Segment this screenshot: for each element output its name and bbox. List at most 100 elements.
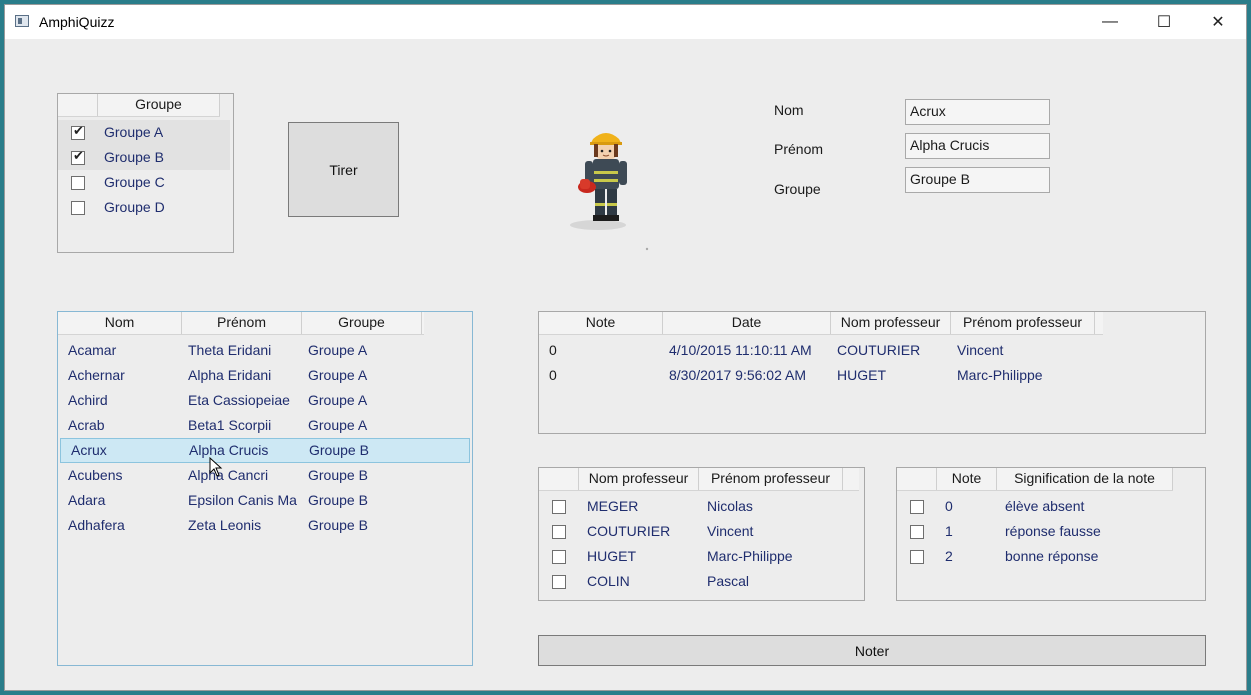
group-item-a[interactable]: Groupe A <box>58 120 230 145</box>
mouse-cursor-icon <box>209 457 223 477</box>
col-header-date[interactable]: Date <box>663 312 831 334</box>
grade-meaning-header: Note Signification de la note <box>897 468 1173 491</box>
groups-header-label[interactable]: Groupe <box>98 94 220 116</box>
table-row[interactable]: COLIN Pascal <box>539 569 862 594</box>
student-prenom: Beta1 Scorpii <box>188 417 272 433</box>
note-meaning: élève absent <box>1005 498 1085 514</box>
maximize-icon: ☐ <box>1156 14 1172 31</box>
note-meaning: bonne réponse <box>1005 548 1099 564</box>
students-table: Nom Prénom Groupe Acamar Theta Eridani G… <box>57 311 473 666</box>
table-row[interactable]: COUTURIER Vincent <box>539 519 862 544</box>
col-header-signification[interactable]: Signification de la note <box>997 468 1173 490</box>
col-header-nom-professeur[interactable]: Nom professeur <box>831 312 951 334</box>
group-item-b[interactable]: Groupe B <box>58 145 230 170</box>
grade-button[interactable]: Noter <box>538 635 1206 666</box>
student-nom: Acamar <box>68 342 117 358</box>
app-window: AmphiQuizz — ☐ ✕ Groupe Groupe A Groupe … <box>4 4 1247 691</box>
col-header-nom-professeur[interactable]: Nom professeur <box>579 468 699 490</box>
group-item-d[interactable]: Groupe D <box>58 195 230 220</box>
table-row[interactable]: Adara Epsilon Canis Ma Groupe B <box>58 488 470 513</box>
note-value: 2 <box>945 548 953 564</box>
nom-field[interactable]: Acrux <box>905 99 1050 125</box>
student-groupe: Groupe A <box>308 417 368 433</box>
grade-meaning-table: Note Signification de la note 0 élève ab… <box>896 467 1206 601</box>
student-nom: Acrab <box>68 417 105 433</box>
close-icon: ✕ <box>1211 14 1225 31</box>
note-value: 1 <box>945 523 953 539</box>
student-nom: Adara <box>68 492 106 508</box>
table-row[interactable]: Acubens Alpha Cancri Groupe B <box>58 463 470 488</box>
table-row[interactable]: Achird Eta Cassiopeiae Groupe A <box>58 388 470 413</box>
col-header-select <box>539 468 579 490</box>
grade-nom-professeur: HUGET <box>837 367 886 383</box>
grades-table: Note Date Nom professeur Prénom professe… <box>538 311 1206 434</box>
student-groupe: Groupe B <box>308 492 368 508</box>
note-checkbox[interactable] <box>910 499 924 514</box>
teacher-checkbox[interactable] <box>552 524 566 539</box>
group-a-checkbox[interactable] <box>71 124 85 140</box>
group-item-c[interactable]: Groupe C <box>58 170 230 195</box>
maximize-button[interactable]: ☐ <box>1139 5 1189 39</box>
avatar-shadow <box>570 220 626 230</box>
teachers-table: Nom professeur Prénom professeur MEGER N… <box>538 467 865 601</box>
student-prenom: Alpha Eridani <box>188 367 272 383</box>
teacher-nom: COLIN <box>587 573 630 589</box>
note-value: 0 <box>945 498 953 514</box>
grade-prenom-professeur: Vincent <box>957 342 1004 358</box>
close-button[interactable]: ✕ <box>1193 5 1243 39</box>
col-header-prenom[interactable]: Prénom <box>182 312 302 334</box>
table-row[interactable]: Achernar Alpha Eridani Groupe A <box>58 363 470 388</box>
grade-date: 4/10/2015 11:10:11 AM <box>669 342 812 358</box>
grades-table-header: Note Date Nom professeur Prénom professe… <box>539 312 1103 335</box>
groups-header: Groupe <box>58 94 220 117</box>
prenom-label: Prénom <box>774 141 824 157</box>
teacher-checkbox[interactable] <box>552 499 566 514</box>
teacher-prenom: Vincent <box>707 523 754 539</box>
prenom-field[interactable]: Alpha Crucis <box>905 133 1050 159</box>
group-d-checkbox[interactable] <box>71 200 85 215</box>
teacher-prenom: Nicolas <box>707 498 753 514</box>
note-checkbox[interactable] <box>910 524 924 539</box>
table-row[interactable]: Adhafera Zeta Leonis Groupe B <box>58 513 470 538</box>
minimize-icon: — <box>1102 13 1118 30</box>
col-header-prenom-professeur[interactable]: Prénom professeur <box>951 312 1095 334</box>
student-nom: Achernar <box>68 367 125 383</box>
nom-label: Nom <box>774 102 804 118</box>
table-row[interactable]: 0 8/30/2017 9:56:02 AM HUGET Marc-Philip… <box>539 363 1199 388</box>
col-header-groupe[interactable]: Groupe <box>302 312 422 334</box>
table-row[interactable]: Acrab Beta1 Scorpii Groupe A <box>58 413 470 438</box>
table-row[interactable]: 0 4/10/2015 11:10:11 AM COUTURIER Vincen… <box>539 338 1199 363</box>
student-groupe: Groupe A <box>308 342 368 358</box>
student-groupe: Groupe A <box>308 392 368 408</box>
table-row[interactable]: HUGET Marc-Philippe <box>539 544 862 569</box>
groups-panel: Groupe Groupe A Groupe B Groupe C Groupe… <box>57 93 234 253</box>
col-header-nom[interactable]: Nom <box>58 312 182 334</box>
group-c-checkbox[interactable] <box>71 175 85 190</box>
col-header-prenom-professeur[interactable]: Prénom professeur <box>699 468 843 490</box>
col-header-note[interactable]: Note <box>937 468 997 490</box>
student-groupe: Groupe B <box>308 467 368 483</box>
teacher-prenom: Pascal <box>707 573 750 589</box>
teacher-checkbox[interactable] <box>552 574 566 589</box>
helmet-icon <box>591 133 621 143</box>
teacher-checkbox[interactable] <box>552 549 566 564</box>
table-row[interactable]: 1 réponse fausse <box>897 519 1203 544</box>
groupe-field[interactable]: Groupe B <box>905 167 1050 193</box>
col-header-note[interactable]: Note <box>539 312 663 334</box>
student-prenom: Alpha Crucis <box>189 442 269 458</box>
table-row-selected[interactable]: Acrux Alpha Crucis Groupe B <box>60 438 470 463</box>
minimize-button[interactable]: — <box>1085 5 1135 39</box>
note-checkbox[interactable] <box>910 549 924 564</box>
student-groupe: Groupe B <box>308 517 368 533</box>
groupe-label: Groupe <box>774 181 821 197</box>
table-row[interactable]: Acamar Theta Eridani Groupe A <box>58 338 470 363</box>
student-nom: Acrux <box>71 442 107 458</box>
group-b-checkbox[interactable] <box>71 149 85 165</box>
table-row[interactable]: 0 élève absent <box>897 494 1203 519</box>
table-row[interactable]: MEGER Nicolas <box>539 494 862 519</box>
draw-button[interactable]: Tirer <box>288 122 399 217</box>
window-title: AmphiQuizz <box>39 14 115 30</box>
table-row[interactable]: 2 bonne réponse <box>897 544 1203 569</box>
draw-button-label: Tirer <box>329 161 358 178</box>
grade-nom-professeur: COUTURIER <box>837 342 921 358</box>
